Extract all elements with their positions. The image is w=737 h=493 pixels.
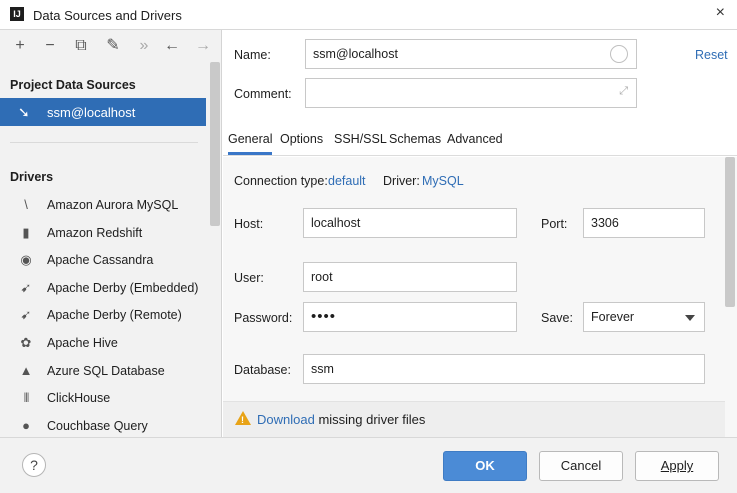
forward-arrow-icon[interactable]: → <box>193 36 213 56</box>
expand-icon[interactable]: ⤢ <box>619 85 628 98</box>
driver-item[interactable]: ● Couchbase Query <box>0 413 210 437</box>
ok-button[interactable]: OK <box>443 451 527 481</box>
right-panel: Name: ssm@localhost Reset Comment: ⤢ Gen… <box>223 30 737 437</box>
derby-icon: ➹ <box>20 279 32 295</box>
driver-label: Amazon Redshift <box>47 225 143 240</box>
port-value: 3306 <box>591 216 619 230</box>
port-label: Port: <box>541 217 568 231</box>
close-icon[interactable]: × <box>716 4 725 22</box>
host-label: Host: <box>234 217 264 231</box>
drivers-list: \ Amazon Aurora MySQL ▮ Amazon Redshift … <box>0 192 210 437</box>
driver-item[interactable]: ||| ClickHouse <box>0 385 210 413</box>
driver-item[interactable]: ▲ Azure SQL Database <box>0 358 210 386</box>
tab-bar: General Options SSH/SSL Schemas Advanced <box>223 126 737 156</box>
project-data-sources-header: Project Data Sources <box>10 78 136 92</box>
azure-icon: ▲ <box>19 362 33 378</box>
tab-advanced[interactable]: Advanced <box>447 132 503 146</box>
driver-item[interactable]: ➹ Apache Derby (Embedded) <box>0 275 210 303</box>
more-icon[interactable]: » <box>134 36 154 56</box>
connection-type-link[interactable]: default <box>328 174 366 188</box>
user-label: User: <box>234 271 264 285</box>
tab-options[interactable]: Options <box>280 132 323 146</box>
save-select[interactable]: Forever <box>583 302 705 332</box>
database-value: ssm <box>311 362 334 376</box>
driver-label: Apache Cassandra <box>47 253 154 268</box>
drivers-header: Drivers <box>10 170 54 184</box>
aurora-icon: \ <box>24 197 28 212</box>
sidebar-scrollbar[interactable] <box>210 62 220 226</box>
button-bar: ? OK Cancel Apply <box>0 437 737 493</box>
driver-item[interactable]: ✿ Apache Hive <box>0 330 210 358</box>
app-icon: IJ <box>10 7 24 21</box>
download-link[interactable]: Download <box>257 412 315 427</box>
content-scrollbar[interactable] <box>725 157 735 307</box>
database-label: Database: <box>234 363 291 377</box>
tab-general[interactable]: General <box>228 132 273 155</box>
database-field[interactable]: ssm <box>303 354 705 384</box>
couchbase-icon: ● <box>22 417 30 433</box>
driver-label: Apache Derby (Remote) <box>47 308 182 323</box>
driver-label: ClickHouse <box>47 391 111 406</box>
data-source-item[interactable]: ➘ ssm@localhost <box>0 98 206 126</box>
mysql-icon: ➘ <box>18 104 30 120</box>
comment-label: Comment: <box>234 87 292 101</box>
driver-label: Apache Derby (Embedded) <box>47 280 199 295</box>
save-value: Forever <box>591 310 635 324</box>
general-tab-content: Connection type: default Driver: MySQL H… <box>223 157 737 437</box>
host-value: localhost <box>311 216 361 230</box>
driver-item[interactable]: ➹ Apache Derby (Remote) <box>0 302 210 330</box>
driver-label: Couchbase Query <box>47 418 148 433</box>
window-title: Data Sources and Drivers <box>33 8 182 23</box>
remove-icon[interactable]: − <box>40 36 60 56</box>
driver-label: Apache Hive <box>47 335 118 350</box>
name-value: ssm@localhost <box>313 47 398 61</box>
driver-label: Azure SQL Database <box>47 363 165 378</box>
title-bar: IJ Data Sources and Drivers × <box>0 0 737 30</box>
apply-button[interactable]: Apply <box>635 451 719 481</box>
wrench-icon[interactable]: ✎ <box>103 36 123 56</box>
help-button[interactable]: ? <box>22 453 46 477</box>
hive-icon: ✿ <box>20 334 32 350</box>
driver-label: Driver: <box>383 174 420 188</box>
clickhouse-icon: ||| <box>23 392 30 404</box>
host-field[interactable]: localhost <box>303 208 517 238</box>
tab-ssh-ssl[interactable]: SSH/SSL <box>334 132 387 146</box>
warning-text: Download missing driver files <box>257 412 425 427</box>
cancel-button[interactable]: Cancel <box>539 451 623 481</box>
back-arrow-icon[interactable]: ← <box>162 36 182 56</box>
color-circle-icon[interactable] <box>610 45 628 63</box>
save-label: Save: <box>541 311 573 325</box>
divider <box>10 142 198 143</box>
redshift-icon: ▮ <box>22 224 30 240</box>
comment-field[interactable]: ⤢ <box>305 78 637 108</box>
data-source-label: ssm@localhost <box>47 105 136 120</box>
chevron-down-icon <box>685 315 695 321</box>
driver-label: Amazon Aurora MySQL <box>47 198 179 212</box>
reset-link[interactable]: Reset <box>695 48 728 62</box>
cassandra-icon: ◉ <box>20 252 32 268</box>
name-label: Name: <box>234 48 271 62</box>
password-value: •••• <box>311 308 337 325</box>
driver-link[interactable]: MySQL <box>422 174 464 188</box>
warning-mark: ! <box>241 415 244 425</box>
name-field[interactable]: ssm@localhost <box>305 39 637 69</box>
derby-icon: ➹ <box>20 307 32 323</box>
left-panel: + − ⧉ ✎ » ← → Project Data Sources ➘ ssm… <box>0 30 222 437</box>
tab-schemas[interactable]: Schemas <box>389 132 441 146</box>
duplicate-icon[interactable]: ⧉ <box>71 36 91 56</box>
driver-item[interactable]: ◉ Apache Cassandra <box>0 247 210 275</box>
user-value: root <box>311 270 333 284</box>
user-field[interactable]: root <box>303 262 517 292</box>
sidebar-toolbar: + − ⧉ ✎ » ← → <box>0 30 221 62</box>
warning-bar: ! Download missing driver files <box>223 401 725 437</box>
driver-item[interactable]: \ Amazon Aurora MySQL <box>0 192 210 220</box>
connection-type-label: Connection type: <box>234 174 328 188</box>
warning-message: missing driver files <box>314 412 426 427</box>
port-field[interactable]: 3306 <box>583 208 705 238</box>
driver-item[interactable]: ▮ Amazon Redshift <box>0 220 210 248</box>
password-field[interactable]: •••• <box>303 302 517 332</box>
password-label: Password: <box>234 311 293 325</box>
add-icon[interactable]: + <box>10 36 30 56</box>
